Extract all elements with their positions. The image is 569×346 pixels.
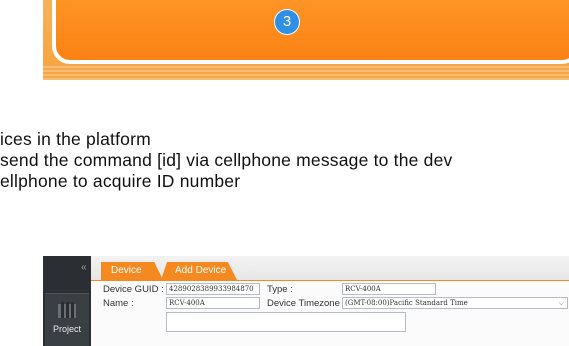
add-device-app-window: « Project Device Add Device Device GUID … — [43, 256, 569, 346]
instruction-line-3: ellphone to acquire ID number — [0, 171, 241, 191]
device-timezone-value: (GMT-08:00)Pacific Standard Time — [345, 299, 468, 307]
tab-add-device[interactable]: Add Device — [161, 262, 237, 280]
description-textarea[interactable] — [166, 312, 406, 332]
sidebar-item-project[interactable]: Project — [45, 293, 89, 346]
device-guid-field[interactable]: 4289028389933984870 — [166, 283, 260, 295]
collapse-sidebar-icon[interactable]: « — [81, 262, 87, 273]
tab-bar: Device Add Device — [91, 256, 569, 281]
instruction-line-1: ices in the platform — [0, 129, 151, 149]
sidebar-item-label: Project — [52, 324, 81, 334]
type-field[interactable]: RCV-400A — [342, 283, 436, 295]
device-guid-label: Device GUID : — [103, 284, 164, 295]
name-label: Name : — [103, 298, 134, 309]
device-timezone-select[interactable]: (GMT-08:00)Pacific Standard Time ⌵ — [342, 297, 568, 309]
tab-label: Add Device — [175, 265, 227, 276]
step-number-badge: 3 — [274, 9, 300, 35]
illustration-stripes — [43, 64, 569, 80]
tab-label: Device — [111, 265, 142, 276]
step-illustration: 3 — [43, 0, 569, 80]
chevron-down-icon: ⌵ — [558, 299, 564, 307]
project-icon — [58, 302, 76, 318]
name-field[interactable]: RCV-400A — [166, 297, 260, 309]
type-label: Type : — [267, 284, 293, 295]
add-device-form: Device GUID : 4289028389933984870 Type :… — [91, 281, 569, 346]
instruction-line-2: send the command [id] via cellphone mess… — [0, 150, 453, 170]
sidebar: « Project — [43, 256, 91, 346]
illustration-panel — [52, 0, 569, 64]
device-timezone-label: Device Timezone : — [267, 298, 346, 309]
tab-device[interactable]: Device — [101, 262, 163, 280]
